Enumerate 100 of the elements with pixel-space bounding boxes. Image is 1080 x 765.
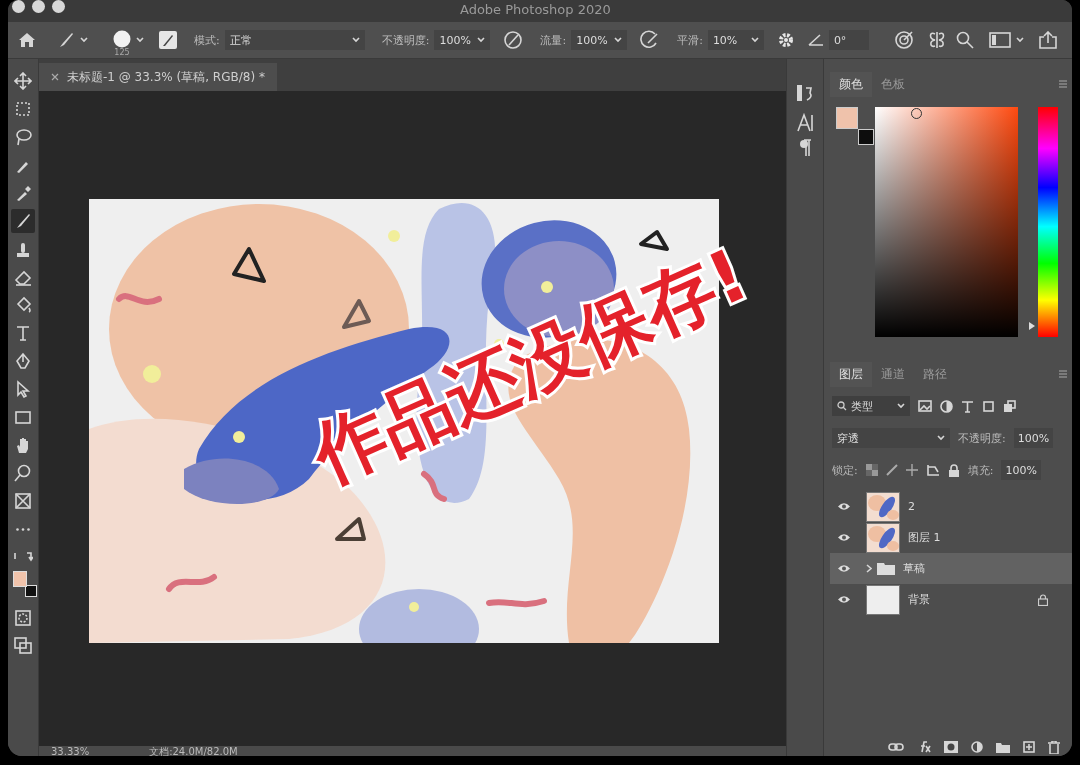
foreground-color-swatch[interactable] (13, 571, 27, 587)
tool-button[interactable] (11, 209, 35, 233)
workspace-icon[interactable] (988, 32, 1011, 48)
panel-tab[interactable]: 颜色 (830, 71, 872, 97)
document-size-label: 文档:24.0M/82.0M (149, 746, 238, 756)
window-control-dot[interactable] (32, 0, 45, 13)
blend-mode-dropdown[interactable]: 穿透 (832, 428, 950, 448)
caret-icon (750, 37, 759, 43)
checkerboard-lock-icon[interactable] (865, 464, 878, 476)
layer-thumbnail (866, 522, 900, 553)
fill-field[interactable]: 100% (1001, 460, 1041, 480)
opacity-field[interactable]: 100% (1013, 428, 1054, 448)
lasso-icon (14, 128, 32, 146)
angle-field[interactable]: 0° (828, 30, 869, 50)
adjustment-filter-icon[interactable] (940, 399, 953, 413)
window-control-dot[interactable] (12, 0, 25, 13)
lock-label: 锁定: (832, 462, 858, 478)
background-color-swatch[interactable] (858, 129, 874, 145)
mode-label: 模式: (194, 32, 220, 48)
adjustment-icon[interactable] (971, 741, 983, 753)
settings-icon[interactable] (776, 31, 795, 49)
character-icon[interactable] (796, 113, 814, 133)
layer-thumbnail (866, 491, 900, 522)
caret-icon[interactable] (136, 37, 144, 43)
move-lock-icon[interactable] (905, 464, 918, 476)
history-icon[interactable] (796, 83, 814, 103)
layer-thumbnail (866, 584, 900, 615)
layer-row[interactable]: 草稿 (830, 553, 1072, 584)
background-color-swatch[interactable] (25, 585, 37, 597)
caret-icon (897, 403, 905, 409)
layer-filter-dropdown[interactable]: 类型 (832, 396, 910, 416)
brush-preview-icon[interactable] (113, 29, 131, 48)
smoothing-dropdown[interactable]: 10% (707, 30, 764, 50)
arrow-pointer-icon (14, 380, 32, 398)
search-icon (837, 401, 847, 411)
opacity-label: 不透明度: (958, 430, 1006, 446)
caret-icon (614, 37, 623, 43)
eye-icon[interactable] (837, 595, 851, 604)
brush-icon (14, 212, 32, 230)
overlay-caption: 作品还没保存! (299, 231, 761, 500)
folder-icon (877, 562, 895, 575)
caret-icon (937, 435, 945, 441)
window-control-dot[interactable] (52, 0, 65, 13)
swap-colors-icon[interactable] (13, 551, 33, 563)
eye-icon[interactable] (837, 533, 851, 542)
link-icon[interactable] (888, 743, 904, 751)
brush-size-label: 125 (114, 47, 130, 57)
fill-label: 填充: (967, 462, 994, 478)
tool-button[interactable] (11, 69, 35, 93)
layer-row[interactable]: 背景 (830, 584, 1072, 615)
image-filter-icon[interactable] (918, 400, 932, 412)
folder-icon[interactable] (996, 741, 1010, 753)
hue-slider[interactable] (1028, 107, 1058, 337)
home-icon[interactable] (18, 32, 36, 48)
share-icon[interactable] (1038, 31, 1057, 49)
shape-filter-icon[interactable] (982, 399, 995, 413)
brush-settings-icon[interactable] (159, 31, 177, 49)
caret-icon[interactable] (80, 37, 88, 43)
slider-thumb-icon[interactable] (1028, 320, 1036, 331)
more-icon (16, 527, 30, 531)
crossed-frame-icon (14, 492, 32, 510)
opacity-dropdown[interactable]: 100% (434, 30, 491, 50)
mask-icon[interactable] (944, 741, 958, 753)
zoom-level-label: 33.33% (51, 746, 90, 756)
mode-dropdown[interactable]: 正常 (224, 30, 365, 50)
caret-icon[interactable] (1015, 37, 1024, 43)
target-icon[interactable] (893, 30, 914, 50)
flow-label: 流量: (540, 32, 567, 48)
rectangle-icon (14, 408, 32, 426)
eye-icon[interactable] (837, 564, 851, 573)
document-tab[interactable]: 未标题-1 @ 33.3% (草稿, RGB/8) * (39, 63, 277, 91)
layer-row[interactable]: 2 (830, 491, 1072, 522)
smart-object-filter-icon[interactable] (1003, 399, 1016, 413)
stamp-icon (14, 240, 32, 258)
new-layer-icon[interactable] (1023, 741, 1035, 753)
window-title: Adobe Photoshop 2020 (460, 2, 611, 17)
foreground-color-swatch[interactable] (836, 107, 858, 129)
screen-mode-icon[interactable] (14, 637, 32, 655)
layer-row[interactable]: 图层 1 (830, 522, 1072, 553)
paint-bucket-icon (14, 296, 32, 314)
lock-icon[interactable] (947, 463, 960, 477)
paragraph-icon[interactable] (798, 139, 812, 157)
eye-icon[interactable] (837, 502, 851, 511)
search-icon[interactable] (955, 31, 974, 49)
panel-tab[interactable]: 图层 (830, 361, 872, 387)
pen-icon (14, 352, 32, 370)
dashed-rectangle-icon (14, 100, 32, 118)
angle-icon (807, 34, 824, 46)
text-tool-icon (14, 324, 32, 342)
trash-icon[interactable] (1048, 740, 1060, 754)
type-filter-icon[interactable] (961, 399, 974, 413)
quick-mask-icon[interactable] (14, 609, 32, 627)
brush-icon[interactable] (57, 31, 75, 49)
collapse-caret-icon[interactable] (866, 564, 872, 573)
move-icon (14, 72, 32, 90)
flow-dropdown[interactable]: 100% (571, 30, 628, 50)
smoothing-label: 平滑: (677, 32, 703, 48)
zoom-icon (14, 464, 32, 482)
close-icon[interactable] (51, 73, 59, 81)
color-field[interactable] (875, 107, 1018, 337)
